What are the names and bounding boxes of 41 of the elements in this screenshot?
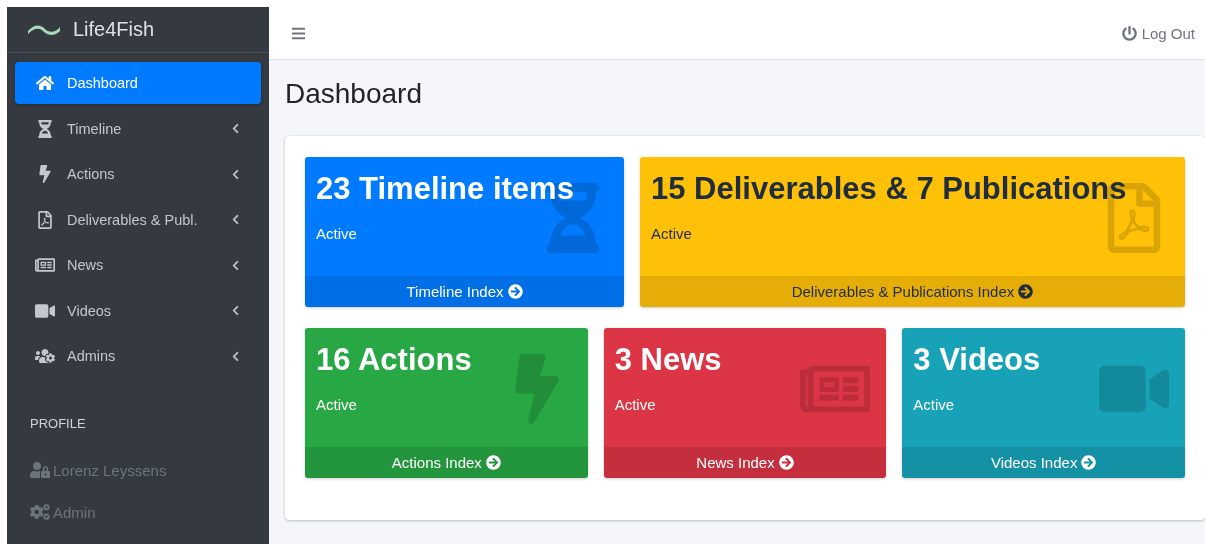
arrow-icon	[1018, 284, 1034, 299]
index-link[interactable]: Deliverables & Publications Index	[640, 276, 1185, 307]
sidebar-item[interactable]: Deliverables & Publ.	[15, 198, 261, 241]
stat-title: 3 News	[614, 342, 723, 378]
pdf-file-icon	[36, 210, 54, 229]
users-gear-icon	[35, 346, 55, 366]
sidebar-item[interactable]: Dashboard	[15, 62, 261, 104]
arrow-icon	[778, 455, 794, 470]
sidebar-item[interactable]: Admins	[15, 335, 261, 377]
index-link[interactable]: Videos Index	[902, 447, 1185, 478]
stat-status: Active	[316, 225, 358, 242]
sidebar-item[interactable]: Actions	[15, 153, 261, 195]
stat-title: 3 Videos	[913, 342, 1042, 378]
arrow-icon	[485, 455, 501, 470]
power-icon	[1121, 25, 1137, 41]
index-link[interactable]: Actions Index	[305, 447, 588, 478]
stat-title: 23 Timeline items	[316, 171, 575, 207]
index-link[interactable]: News Index	[603, 447, 887, 478]
stat-status: Active	[913, 396, 956, 413]
arrow-icon	[507, 284, 523, 299]
home-icon	[36, 74, 54, 92]
page-title: Dashboard	[284, 77, 423, 111]
logout-link[interactable]: Log Out	[1121, 24, 1195, 42]
gears-icon	[30, 502, 50, 522]
section-header: PROFILE	[29, 415, 87, 433]
stat-status: Active	[614, 396, 657, 413]
brand-name: Life4Fish	[73, 18, 155, 41]
sidebar-item[interactable]: News	[15, 244, 261, 286]
sidebar-item[interactable]: Timeline	[15, 107, 261, 150]
index-link[interactable]: Timeline Index	[305, 276, 624, 307]
stat-status: Active	[651, 225, 693, 242]
newspaper-icon	[35, 255, 55, 275]
lightning-icon	[36, 165, 54, 183]
stat-title: 16 Actions	[316, 342, 473, 378]
arrow-icon	[1081, 455, 1097, 470]
stat-status: Active	[316, 396, 358, 413]
sidebar-item[interactable]: Videos	[15, 289, 261, 332]
user-lock-icon	[30, 460, 50, 480]
hourglass-icon	[36, 119, 54, 138]
menu-icon[interactable]	[291, 25, 306, 41]
stat-title: 15 Deliverables & 7 Publications	[651, 171, 1128, 207]
